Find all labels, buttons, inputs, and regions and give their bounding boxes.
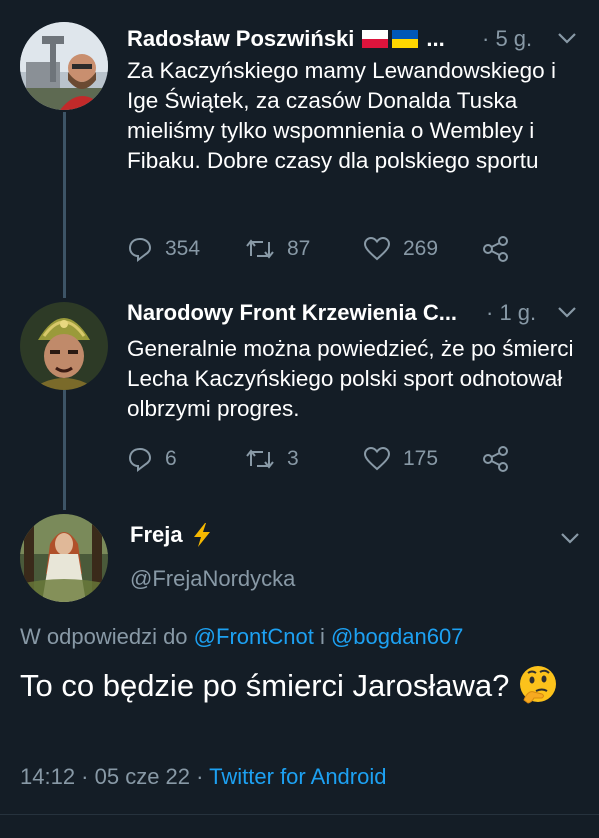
avatar[interactable] (20, 22, 108, 110)
lightning-icon (193, 523, 210, 547)
avatar[interactable] (20, 514, 108, 602)
reply-user-link[interactable]: @bogdan607 (331, 624, 463, 649)
tweet-source-link[interactable]: Twitter for Android (209, 764, 386, 789)
tweet-timestamp: 14:12 · 05 cze 22 · (20, 764, 204, 789)
tweet-time: · 5 g. (482, 26, 533, 51)
divider (0, 814, 599, 815)
retweet-button[interactable]: 3 (245, 442, 299, 476)
tweet-text: Za Kaczyńskiego mamy Lewandowskiego i Ig… (127, 58, 556, 173)
name-ellipsis: ... (426, 26, 445, 51)
author-name[interactable]: Radosław Poszwiński (127, 26, 354, 52)
reply-count: 354 (165, 237, 201, 260)
retweet-icon (246, 239, 274, 259)
tweet-text: To co będzie po śmierci Jarosława? (20, 668, 510, 703)
chevron-down-icon[interactable] (555, 300, 579, 324)
like-icon (363, 236, 391, 261)
author-name[interactable]: Narodowy Front Krzewienia C... (127, 300, 457, 326)
thread-line (63, 370, 66, 510)
reply-user-link[interactable]: @FrontCnot (194, 624, 314, 649)
chevron-down-icon[interactable] (555, 26, 579, 50)
retweet-button[interactable]: 87 (245, 232, 310, 266)
reply-button[interactable]: 6 (127, 442, 177, 476)
reply-icon (128, 237, 152, 262)
tweet-header: Narodowy Front Krzewienia C... (127, 296, 457, 330)
reply-context: W odpowiedzi do @FrontCnot i @bogdan607 (20, 624, 463, 650)
reply-joiner: i (319, 624, 325, 649)
like-icon (363, 446, 391, 471)
tweet-header: Radosław Poszwiński ... (127, 22, 445, 56)
share-icon (483, 446, 508, 472)
thread-line (63, 112, 66, 298)
retweet-count: 87 (287, 237, 311, 260)
reply-button[interactable]: 354 (127, 232, 200, 266)
author-name[interactable]: Freja (130, 522, 183, 548)
main-tweet-text: To co będzie po śmierci Jarosława? 🤔 (20, 664, 580, 707)
ukraine-flag-icon (392, 30, 419, 48)
author-handle[interactable]: @FrejaNordycka (130, 566, 295, 592)
thinking-face-icon (519, 666, 556, 704)
like-button[interactable]: 269 (363, 232, 438, 266)
tweet-footer: 14:12 · 05 cze 22 · Twitter for Android (20, 764, 386, 790)
poland-flag-icon (362, 30, 389, 48)
tweet-time: · 1 g. (486, 300, 537, 325)
share-button[interactable] (482, 442, 510, 476)
reply-prefix: W odpowiedzi do (20, 624, 188, 649)
share-icon (483, 236, 508, 262)
flags (362, 30, 419, 48)
retweet-icon (246, 449, 274, 469)
author-name-row: Freja (130, 522, 213, 548)
retweet-count: 3 (287, 447, 299, 470)
avatar[interactable] (20, 302, 108, 390)
reply-icon (128, 447, 152, 472)
tweet-text: Generalnie można powiedzieć, że po śmier… (127, 336, 574, 421)
like-count: 175 (403, 447, 439, 470)
share-button[interactable] (482, 232, 510, 266)
like-count: 269 (403, 237, 439, 260)
like-button[interactable]: 175 (363, 442, 438, 476)
chevron-down-icon[interactable] (558, 526, 582, 550)
reply-count: 6 (165, 447, 177, 470)
